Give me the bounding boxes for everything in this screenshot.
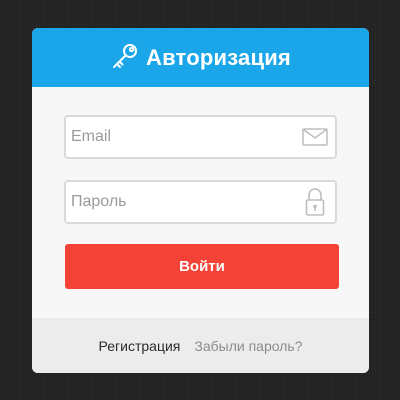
login-card: Авторизация Войти Регистрация Забыли пар… — [32, 28, 369, 373]
lock-icon — [295, 182, 335, 222]
page-title: Авторизация — [146, 44, 291, 70]
forgot-password-link[interactable]: Забыли пароль? — [194, 338, 302, 354]
email-input[interactable] — [66, 117, 295, 157]
email-field[interactable] — [64, 115, 337, 159]
password-input[interactable] — [66, 182, 295, 222]
envelope-icon — [295, 117, 335, 157]
card-footer: Регистрация Забыли пароль? — [32, 318, 369, 373]
password-field[interactable] — [64, 180, 337, 224]
key-icon — [110, 42, 140, 72]
register-link[interactable]: Регистрация — [99, 338, 181, 354]
login-button[interactable]: Войти — [65, 244, 339, 289]
card-header: Авторизация — [32, 28, 369, 87]
